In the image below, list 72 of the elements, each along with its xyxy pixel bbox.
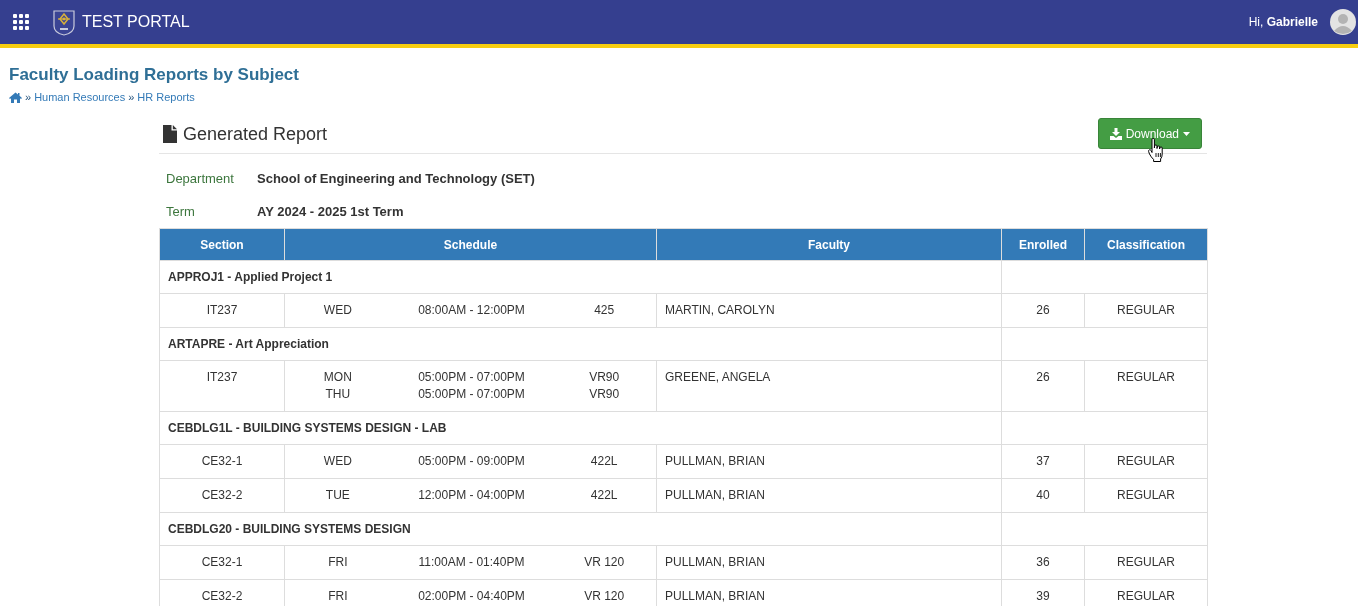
table-cell: CE32-1 [159, 444, 285, 479]
schedule-room: VR 120 [583, 554, 626, 571]
detail-label: Term [165, 202, 196, 221]
table-cell: CE32-1 [159, 545, 285, 580]
table-cell: REGULAR [1084, 360, 1208, 412]
detail-value: School of Engineering and Technology (SET) [257, 169, 535, 188]
column-header: Schedule [284, 228, 657, 261]
table-cell: 36 [1001, 545, 1085, 580]
table-cell: 40 [1001, 478, 1085, 513]
report-title: Generated Report [183, 122, 328, 145]
schedule-time: 12:00PM - 04:00PM [417, 487, 526, 504]
table-cell: 37 [1001, 444, 1085, 479]
detail-label: Department [165, 169, 235, 188]
schedule-day: FRI [285, 588, 391, 605]
hand-cursor-icon [1147, 138, 1165, 162]
column-header: Faculty [656, 228, 1002, 261]
table-cell: CE32-2 [159, 579, 285, 606]
schedule-room: 422L [589, 487, 619, 504]
schedule-day: FRI [285, 554, 391, 571]
schedule-day: WED [285, 453, 391, 470]
schedule-time: 02:00PM - 04:40PM [417, 588, 526, 605]
page-title: Faculty Loading Reports by Subject [9, 64, 299, 86]
table-cell: MARTIN, CAROLYN [656, 293, 1002, 328]
user-avatar-icon[interactable] [1330, 9, 1356, 35]
download-button[interactable]: Download [1097, 118, 1202, 149]
schedule-day: MON [285, 369, 391, 386]
apps-grid-icon[interactable] [13, 14, 29, 30]
column-header: Classification [1084, 228, 1208, 261]
schedule-day: THU [285, 386, 391, 403]
breadcrumb-separator: » [24, 90, 33, 104]
table-cell: 26 [1001, 360, 1085, 412]
table-cell: 26 [1001, 293, 1085, 328]
schedule-time: 05:00PM - 07:00PM [417, 386, 526, 403]
schedule-room: VR90 [588, 369, 621, 386]
table-cell: PULLMAN, BRIAN [656, 478, 1002, 513]
subject-group-cell: ARTAPRE - Art Appreciation [159, 327, 1002, 361]
column-header: Enrolled [1001, 228, 1085, 261]
table-cell: IT237 [159, 360, 285, 412]
table-cell: REGULAR [1084, 545, 1208, 580]
schedule-time: 11:00AM - 01:40PM [417, 554, 526, 571]
download-icon [1109, 127, 1122, 140]
shield-logo-icon [53, 8, 75, 36]
greeting-text: Hi, Gabrielle [1248, 14, 1318, 31]
subject-group-cell: CEBDLG1L - BUILDING SYSTEMS DESIGN - LAB [159, 411, 1002, 445]
breadcrumb-separator: » [127, 90, 136, 104]
schedule-room: 422L [589, 453, 619, 470]
table-cell: REGULAR [1084, 478, 1208, 513]
table-cell: REGULAR [1084, 444, 1208, 479]
portal-title[interactable]: TEST PORTAL [82, 12, 190, 32]
column-header: Section [159, 228, 285, 261]
table-cell: GREENE, ANGELA [656, 360, 1002, 412]
file-icon [163, 124, 177, 143]
home-icon[interactable] [9, 91, 22, 103]
schedule-room: 425 [593, 302, 616, 319]
schedule-time: 05:00PM - 07:00PM [417, 369, 526, 386]
subject-group-cell: CEBDLG20 - BUILDING SYSTEMS DESIGN [159, 512, 1002, 546]
schedule-time: 08:00AM - 12:00PM [417, 302, 526, 319]
detail-value: AY 2024 - 2025 1st Term [257, 202, 404, 221]
schedule-time: 05:00PM - 09:00PM [417, 453, 526, 470]
schedule-room: VR90 [588, 386, 621, 403]
caret-icon [1183, 131, 1190, 136]
breadcrumb-link[interactable]: Human Resources [34, 90, 126, 104]
table-cell: PULLMAN, BRIAN [656, 444, 1002, 479]
table-cell: PULLMAN, BRIAN [656, 545, 1002, 580]
breadcrumb-link[interactable]: HR Reports [137, 90, 195, 104]
schedule-day: WED [285, 302, 391, 319]
table-cell: CE32-2 [159, 478, 285, 513]
table-cell: REGULAR [1084, 293, 1208, 328]
schedule-day: TUE [285, 487, 391, 504]
table-cell: IT237 [159, 293, 285, 328]
subject-group-cell: APPROJ1 - Applied Project 1 [159, 260, 1002, 294]
schedule-room: VR 120 [583, 588, 626, 605]
